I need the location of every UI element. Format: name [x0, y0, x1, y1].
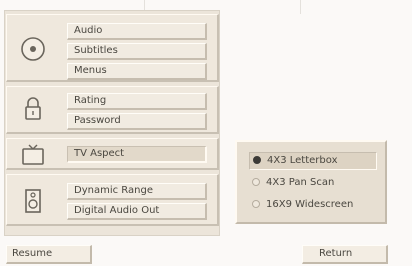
radio-unselected-icon [252, 200, 260, 208]
parental-settings-group: Rating Password [6, 86, 219, 134]
aspect-option-label: 16X9 Widescreen [266, 199, 354, 210]
radio-selected-icon [253, 156, 261, 164]
menu-item-password[interactable]: Password [67, 113, 207, 130]
top-divider [300, 0, 301, 14]
menu-item-rating[interactable]: Rating [67, 93, 207, 110]
menu-item-menus[interactable]: Menus [67, 63, 207, 80]
audio-settings-group: Audio Subtitles Menus [6, 14, 219, 82]
tv-aspect-options: 4X3 Letterbox 4X3 Pan Scan 16X9 Widescre… [235, 140, 387, 224]
aspect-option-letterbox[interactable]: 4X3 Letterbox [249, 152, 377, 170]
menu-item-tv-aspect[interactable]: TV Aspect [67, 146, 207, 163]
radio-unselected-icon [252, 178, 260, 186]
menu-item-digital-audio-out[interactable]: Digital Audio Out [67, 203, 207, 220]
disc-icon [19, 35, 47, 63]
menu-item-dynamic-range[interactable]: Dynamic Range [67, 183, 207, 200]
tv-icon [19, 141, 47, 169]
aspect-option-label: 4X3 Letterbox [267, 155, 338, 166]
aspect-option-label: 4X3 Pan Scan [266, 177, 335, 188]
return-button[interactable]: Return [302, 245, 388, 264]
audio-output-group: Dynamic Range Digital Audio Out [6, 174, 219, 226]
aspect-option-pan-scan[interactable]: 4X3 Pan Scan [249, 174, 377, 192]
display-settings-group: TV Aspect [6, 138, 219, 170]
menu-item-audio[interactable]: Audio [67, 23, 207, 40]
padlock-icon [19, 95, 47, 123]
aspect-option-widescreen[interactable]: 16X9 Widescreen [249, 196, 377, 214]
resume-button[interactable]: Resume [6, 245, 92, 264]
menu-item-subtitles[interactable]: Subtitles [67, 43, 207, 60]
speaker-icon [19, 187, 47, 215]
